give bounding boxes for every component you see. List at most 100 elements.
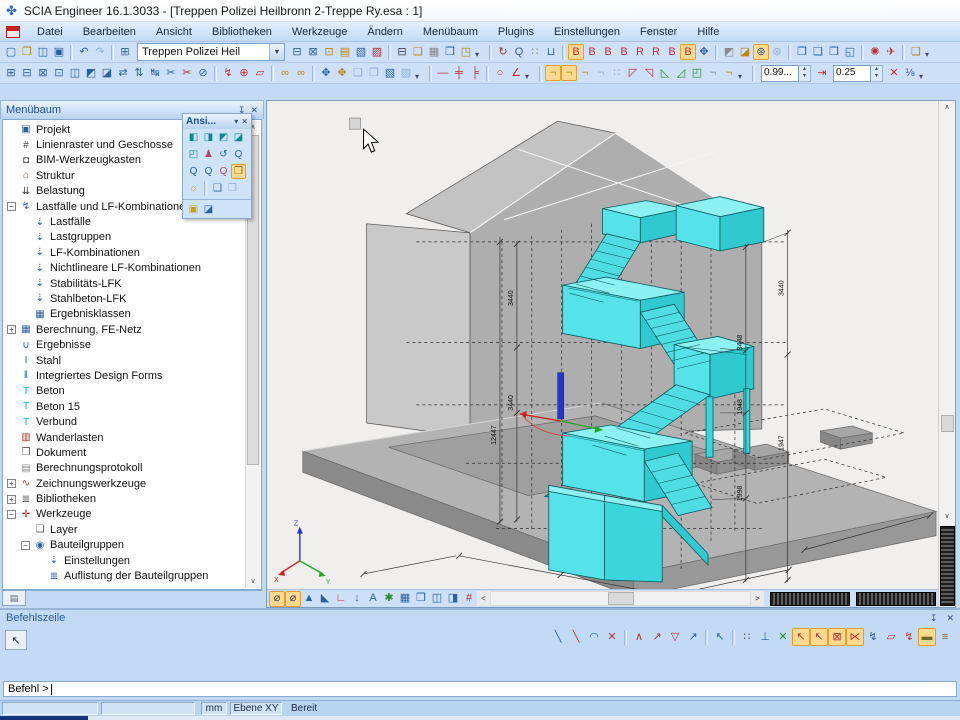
table-corner-1-icon[interactable]: ¬ [545, 65, 561, 81]
ansicht-toolbar-header[interactable]: Ansi... ▾ ✕ [183, 114, 251, 129]
expand-box-icon[interactable]: + [7, 325, 16, 334]
menu-bearbeiten[interactable]: Bearbeiten [74, 24, 145, 40]
copy-attributes-icon[interactable]: ⊟ [289, 44, 305, 60]
visibility-glasses-2-icon[interactable]: ∞ [293, 65, 309, 81]
show-loads-icon[interactable]: R [632, 44, 648, 60]
trim-member-icon[interactable]: ✂ [179, 65, 195, 81]
view-x-icon[interactable]: ◧ [186, 130, 201, 145]
copy-node-icon[interactable]: ⊟ [19, 65, 35, 81]
show-mesh-icon[interactable]: ▦ [397, 591, 413, 607]
mesh-calculation-icon[interactable]: ◪ [737, 44, 753, 60]
collapse-box-icon[interactable]: − [7, 202, 16, 211]
table-grid-icon[interactable]: ∷ [609, 65, 625, 81]
snap-endpoint-icon[interactable]: ∧ [630, 628, 648, 646]
show-volumes-icon[interactable]: ▲ [301, 591, 317, 607]
close-icon[interactable]: ✕ [946, 613, 954, 623]
measure-perpendicular-icon[interactable]: ╪ [451, 65, 467, 81]
status-units[interactable]: mm [201, 702, 227, 715]
show-supports-vp-icon[interactable]: ∟ [333, 591, 349, 607]
swap-vertical-icon[interactable]: ⇅ [131, 65, 147, 81]
snap-mode-midpoints-icon[interactable]: ↖ [810, 628, 828, 646]
snap-mode-orthogonal-icon[interactable]: ⋉ [846, 628, 864, 646]
deformation-scale-spinner[interactable]: 0.99...▴▾ [761, 65, 811, 82]
chevron-down-icon[interactable]: ▾ [234, 117, 238, 126]
scale-reset-icon[interactable]: ⇥ [814, 65, 830, 81]
status-plane[interactable]: Ebene XY [230, 702, 282, 715]
tree-item-lf-kombinationen[interactable]: ⇣LF-Kombinationen [3, 245, 261, 260]
tree-item-berechnungsprotokoll[interactable]: ▤Berechnungsprotokoll [3, 461, 261, 476]
dimension-lines-icon[interactable]: ▨ [369, 44, 385, 60]
scroll-left-icon[interactable]: < [477, 591, 490, 606]
print-icon[interactable]: ⊟ [394, 44, 410, 60]
show-parameters-icon[interactable]: ✱ [381, 591, 397, 607]
menu-werkzeuge[interactable]: Werkzeuge [283, 24, 356, 40]
snap-rotate-icon[interactable]: ↯ [864, 628, 882, 646]
mirror-icon[interactable]: ⊡ [51, 65, 67, 81]
command-input[interactable]: Befehl > [3, 681, 957, 697]
tree-scroll-down-icon[interactable]: ∨ [250, 575, 255, 588]
menu-ansicht[interactable]: Ansicht [147, 24, 201, 40]
image-export-icon[interactable]: ◳ [458, 44, 474, 60]
deformation-scale-arrows[interactable]: ▴▾ [799, 65, 811, 82]
tree-item-einstellungen[interactable]: ⇣Einstellungen [3, 553, 261, 568]
window-close-all-icon[interactable]: ◱ [842, 44, 858, 60]
pin-icon[interactable]: ↧ [930, 613, 938, 623]
show-supports-icon[interactable]: B [616, 44, 632, 60]
document-icon[interactable]: ❒ [442, 44, 458, 60]
export-folder-icon[interactable]: ❏ [908, 44, 924, 60]
viewport-vertical-scrollbar[interactable]: ∧ ∨ [938, 101, 955, 607]
view-perspective-icon[interactable]: ◰ [186, 147, 201, 162]
scroll-down-icon[interactable]: ∨ [940, 510, 955, 524]
window-tile-icon[interactable]: ❑ [810, 44, 826, 60]
toolbar-overflow-chevron-icon[interactable]: ▾ [415, 72, 425, 81]
measure-line-icon[interactable]: ― [435, 65, 451, 81]
tree-item-werkzeuge[interactable]: −✛Werkzeuge [3, 507, 261, 522]
horizontal-scroll-track[interactable] [490, 591, 751, 606]
rotation-wheel-horizontal-1[interactable] [770, 592, 850, 606]
load-display-scale-spinner[interactable]: 0.25▴▾ [833, 65, 883, 82]
draw-line-red-icon[interactable]: ╲ [567, 628, 585, 646]
table-view-c-icon[interactable]: ◺ [657, 65, 673, 81]
horizontal-scroll-thumb[interactable] [608, 592, 634, 605]
zoom-all-icon[interactable]: Q [201, 164, 216, 179]
snap-polar-icon[interactable]: ▱ [882, 628, 900, 646]
menu-hilfe[interactable]: Hilfe [688, 24, 728, 40]
undo-icon[interactable]: ↶ [76, 44, 92, 60]
zoom-selection-icon[interactable]: Q [216, 164, 231, 179]
select-all-icon[interactable]: ❐ [366, 65, 382, 81]
visibility-glasses-1-icon[interactable]: ∞ [277, 65, 293, 81]
tree-item-ergebnisklassen[interactable]: ▦Ergebnisklassen [3, 307, 261, 322]
selection-cursor-button[interactable]: ↖ [5, 630, 27, 650]
ansicht-floating-toolbar[interactable]: Ansi... ▾ ✕ ◧◨◩◪ ◰♟↺Q QQQ❐ ☼❑❒ ▣◪ [182, 113, 252, 219]
show-local-axes-icon[interactable]: B [680, 44, 696, 60]
coordinate-table-icon[interactable]: ≡ [936, 628, 954, 646]
table-corner-3-icon[interactable]: ¬ [577, 65, 593, 81]
show-members-icon[interactable]: B [584, 44, 600, 60]
calculator-icon[interactable]: ▦ [426, 44, 442, 60]
dot-grid-snap-icon[interactable]: ∷ [738, 628, 756, 646]
render-wireframe-icon[interactable]: ⌀ [269, 591, 285, 607]
view-z-icon[interactable]: ◩ [216, 130, 231, 145]
save-project-icon[interactable]: ◫ [35, 44, 51, 60]
keyboard-input-icon[interactable]: ▬ [918, 628, 936, 646]
redo-icon[interactable]: ↷ [92, 44, 108, 60]
table-corner-4-icon[interactable]: ¬ [593, 65, 609, 81]
view-axonometric-icon[interactable]: ◪ [231, 130, 246, 145]
fly-mode-icon[interactable]: ✺ [867, 44, 883, 60]
angle-tool-icon[interactable]: ✕ [886, 65, 902, 81]
select-by-layer-icon[interactable]: ▨ [398, 65, 414, 81]
rotate-icon[interactable]: ◫ [67, 65, 83, 81]
rotate-orbit-icon[interactable]: ↺ [216, 147, 231, 162]
load-display-scale-down-icon[interactable]: ▾ [871, 73, 882, 81]
tree-item-stahl[interactable]: IStahl [3, 353, 261, 368]
grid-toggle-icon[interactable]: # [461, 591, 477, 607]
menubaum-tab[interactable]: ▤ [2, 591, 26, 606]
tree-item-bauteilgruppen[interactable]: −◉Bauteilgruppen [3, 538, 261, 553]
load-display-scale-arrows[interactable]: ▴▾ [871, 65, 883, 82]
cut-member-icon[interactable]: ✂ [163, 65, 179, 81]
draw-arc-icon[interactable]: ◠ [585, 628, 603, 646]
snap-intersection-icon[interactable]: ↗ [648, 628, 666, 646]
select-add-icon[interactable]: ✥ [318, 65, 334, 81]
menu-fenster[interactable]: Fenster [631, 24, 686, 40]
vertical-scroll-track[interactable] [940, 115, 955, 510]
